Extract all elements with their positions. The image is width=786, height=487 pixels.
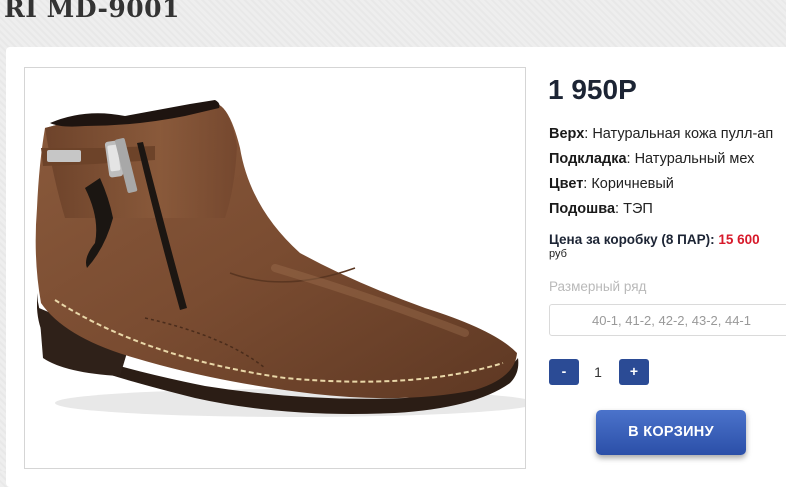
add-to-cart-button[interactable]: В КОРЗИНУ	[596, 410, 746, 455]
box-price-value: 15 600	[718, 232, 760, 247]
quantity-decrease-button[interactable]: -	[549, 359, 579, 385]
spec-value: : Натуральная кожа пулл-ап	[584, 126, 774, 142]
quantity-increase-button[interactable]: +	[619, 359, 649, 385]
spec-upper: Верх: Натуральная кожа пулл-ап	[549, 126, 773, 142]
spec-label: Верх	[549, 126, 585, 142]
spec-label: Цвет	[549, 176, 584, 192]
spec-color: Цвет: Коричневый	[549, 176, 674, 192]
spec-label: Подошва	[549, 201, 616, 217]
size-range-select[interactable]: 40-1, 41-2, 42-2, 43-2, 44-1	[549, 304, 786, 336]
box-price: Цена за коробку (8 ПАР): 15 600	[549, 232, 760, 247]
product-image[interactable]	[24, 67, 526, 469]
spec-value: : Натуральный мех	[626, 151, 755, 167]
spec-lining: Подкладка: Натуральный мех	[549, 151, 754, 167]
product-price: 1 950Р	[548, 74, 637, 105]
spec-value: : ТЭП	[615, 201, 653, 217]
spec-value: : Коричневый	[583, 176, 674, 192]
quantity-input[interactable]: 1	[581, 359, 615, 385]
spec-sole: Подошва: ТЭП	[549, 201, 653, 217]
boot-icon	[35, 100, 525, 417]
box-price-unit: руб	[549, 248, 567, 260]
product-title: RI MD-9001	[4, 0, 180, 23]
size-range-label: Размерный ряд	[549, 279, 647, 294]
box-price-label: Цена за коробку (8 ПАР):	[549, 232, 719, 247]
spec-label: Подкладка	[549, 151, 627, 167]
